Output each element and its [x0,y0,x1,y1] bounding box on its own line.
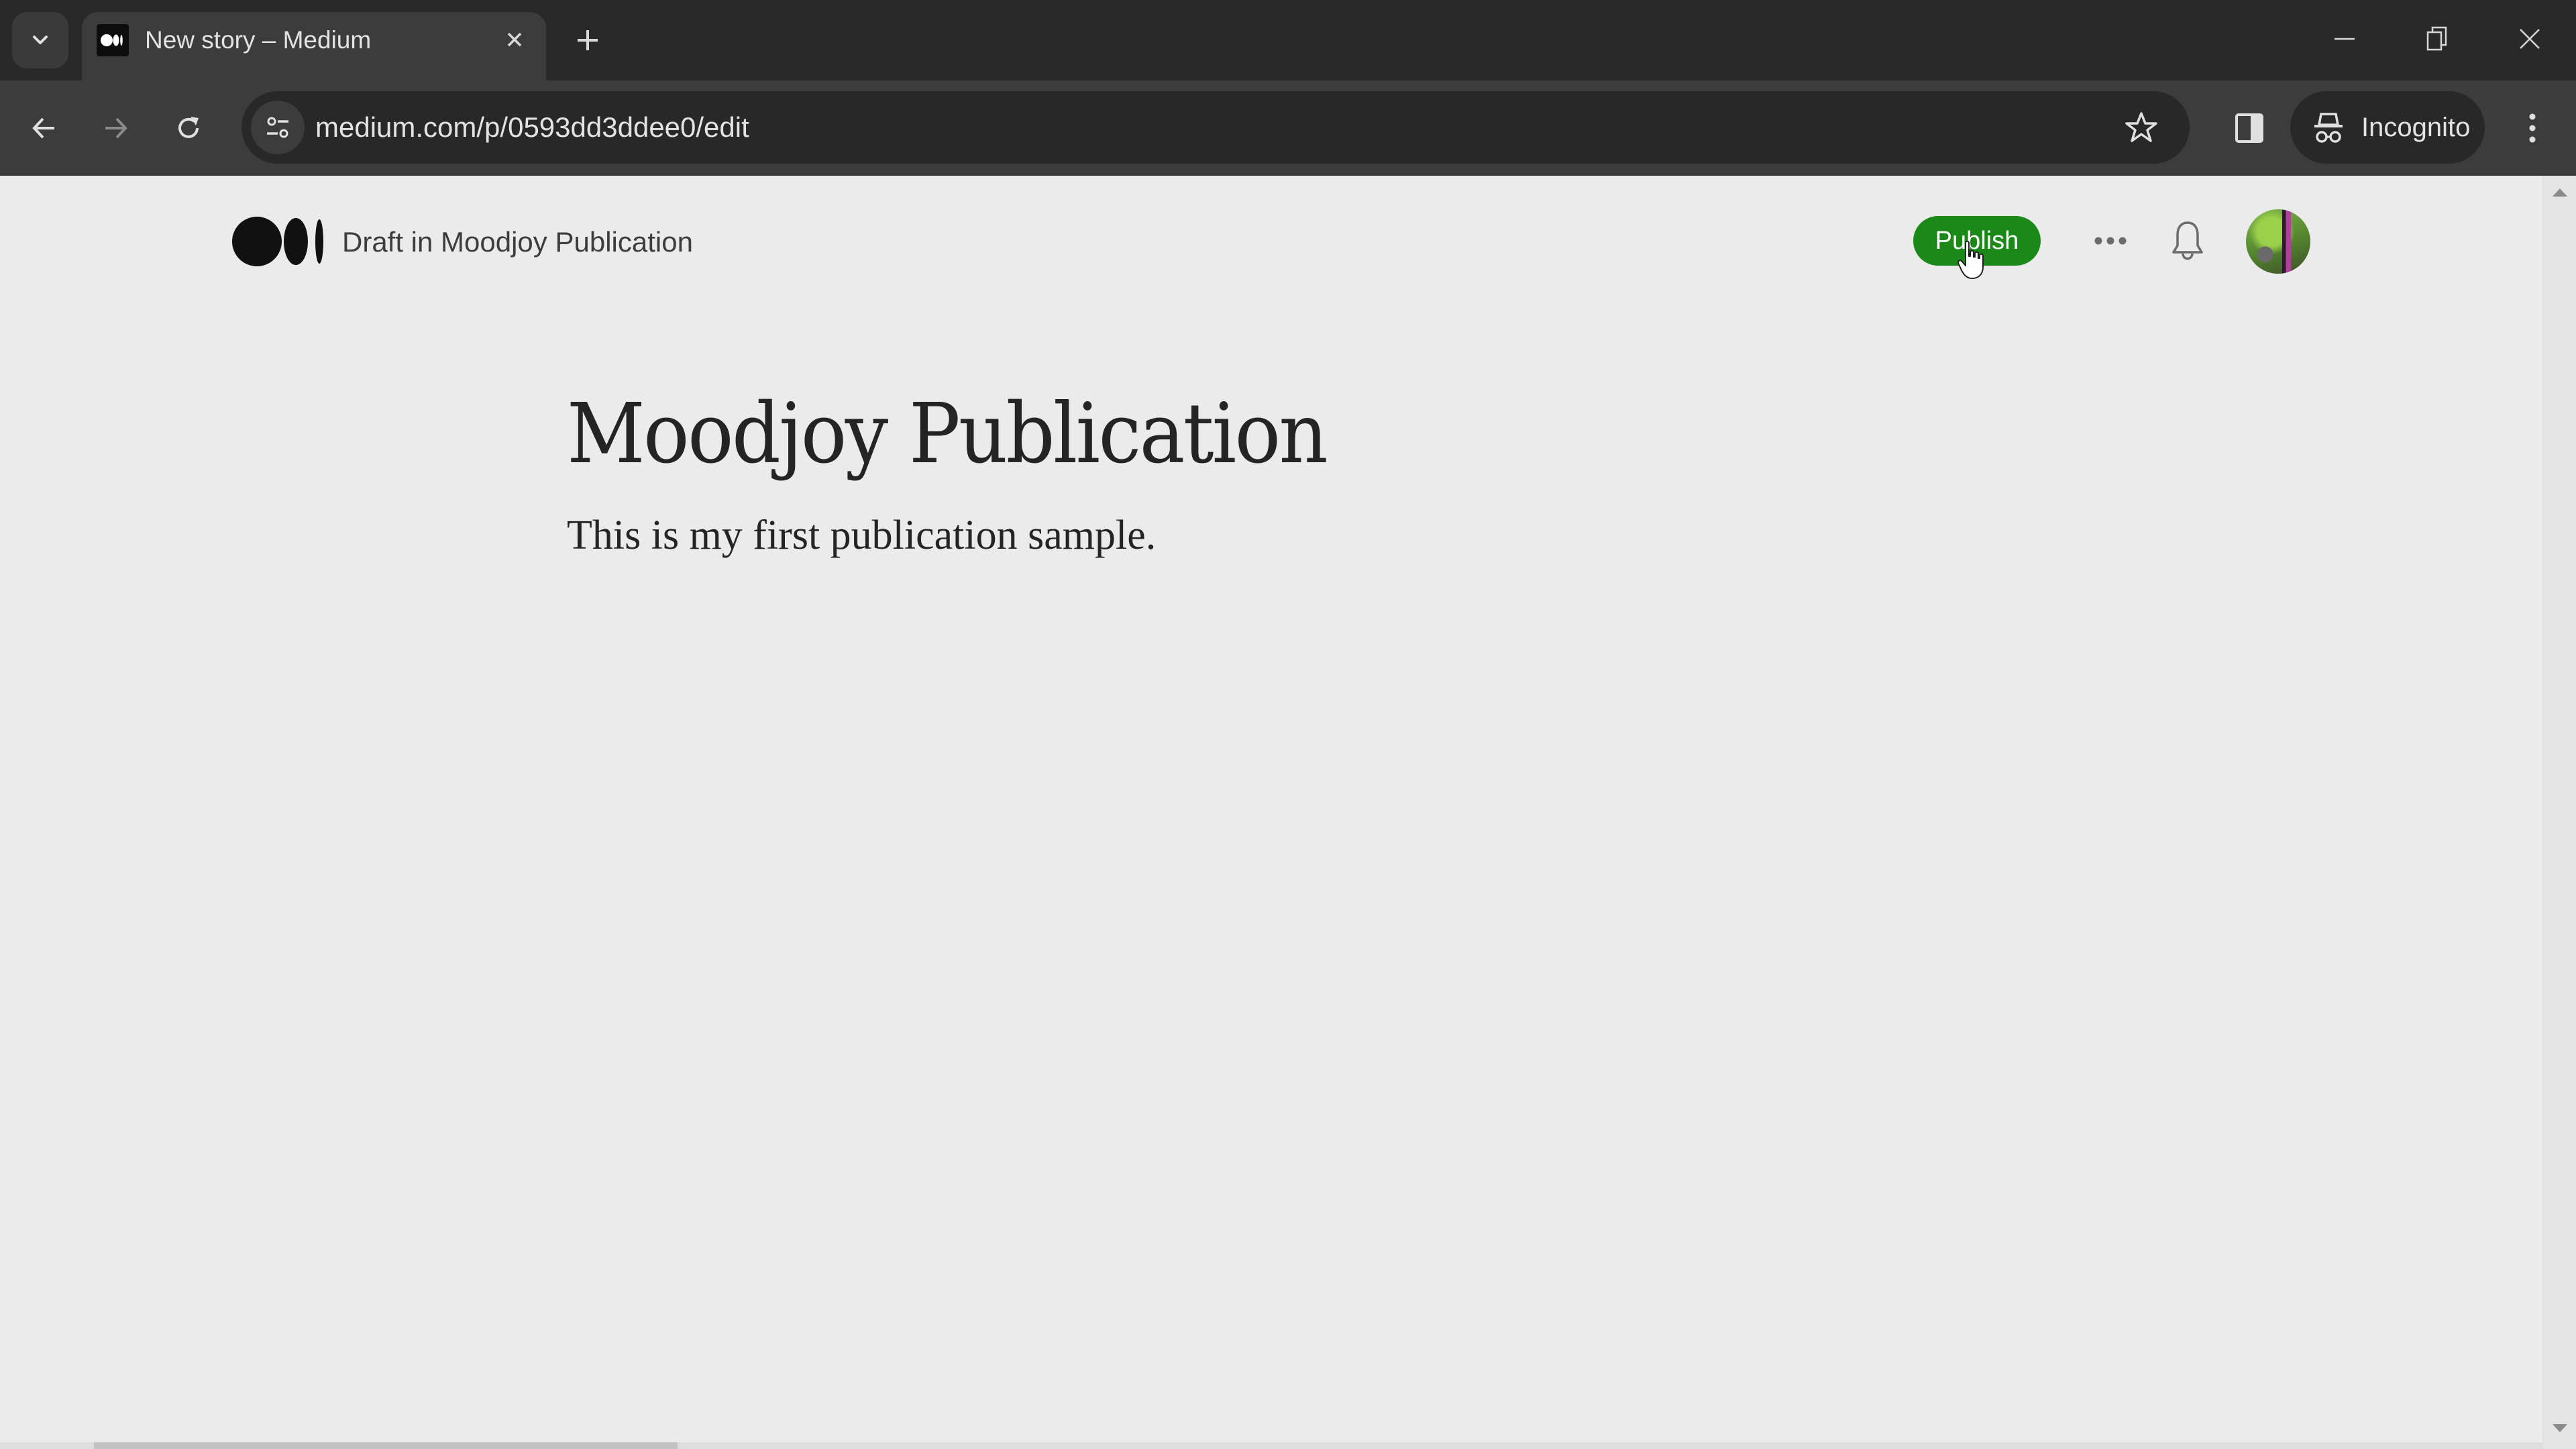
address-bar[interactable]: medium.com/p/0593dd3ddee0/edit [241,91,2190,164]
incognito-indicator[interactable]: Incognito [2290,91,2485,164]
incognito-label: Incognito [2361,113,2471,142]
more-horizontal-icon [2094,237,2127,245]
url-text: medium.com/p/0593dd3ddee0/edit [315,111,749,143]
bell-icon [2172,221,2203,260]
browser-menu-button[interactable] [2509,105,2556,152]
tab-search-button[interactable] [12,12,68,68]
plus-icon [578,30,598,50]
user-avatar[interactable] [2246,209,2310,274]
medium-logo-icon[interactable] [231,216,325,267]
story-body[interactable]: This is my first publication sample. [567,510,1156,561]
restore-icon [2426,26,2447,51]
star-icon [2125,112,2157,142]
scroll-up-arrow-icon[interactable] [2552,188,2568,197]
incognito-icon [2314,113,2343,143]
forward-button[interactable] [94,106,138,150]
minimize-icon [2334,38,2355,40]
bookmark-button[interactable] [2123,109,2160,146]
tune-icon [267,117,288,138]
horizontal-scrollbar-thumb[interactable] [94,1442,678,1449]
medium-logo-icon [97,24,129,56]
hand-pointer-cursor-icon [1957,240,1984,279]
close-tab-button[interactable] [498,23,531,56]
draft-status-label: Draft in Moodjoy Publication [342,226,693,258]
browser-tab-bar: New story – Medium [0,0,2576,80]
reload-button[interactable] [166,106,211,150]
new-tab-button[interactable] [568,20,608,60]
tab-title: New story – Medium [145,26,372,54]
close-icon [2520,29,2540,49]
horizontal-scrollbar[interactable] [0,1442,2542,1449]
chevron-down-icon [33,36,48,44]
back-button[interactable] [21,106,66,150]
browser-toolbar: medium.com/p/0593dd3ddee0/edit Incognito [0,80,2576,176]
notifications-button[interactable] [2165,217,2210,266]
minimize-button[interactable] [2314,13,2375,64]
browser-tab-active[interactable]: New story – Medium [82,12,546,80]
arrow-right-icon [105,117,127,139]
site-info-button[interactable] [251,101,305,154]
story-title[interactable]: Moodjoy Publication [567,384,1328,484]
close-window-button[interactable] [2500,13,2560,64]
more-options-button[interactable] [2088,223,2133,259]
scroll-down-arrow-icon[interactable] [2552,1424,2568,1433]
side-panel-button[interactable] [2226,105,2273,152]
side-panel-icon [2235,113,2263,143]
kebab-menu-icon [2529,113,2536,143]
reload-icon [178,117,199,138]
vertical-scrollbar[interactable] [2542,176,2576,1449]
restore-button[interactable] [2407,13,2467,64]
close-icon [507,32,522,47]
medium-editor-page: Draft in Moodjoy Publication Publish Moo… [0,176,2542,1449]
arrow-left-icon [32,117,54,139]
